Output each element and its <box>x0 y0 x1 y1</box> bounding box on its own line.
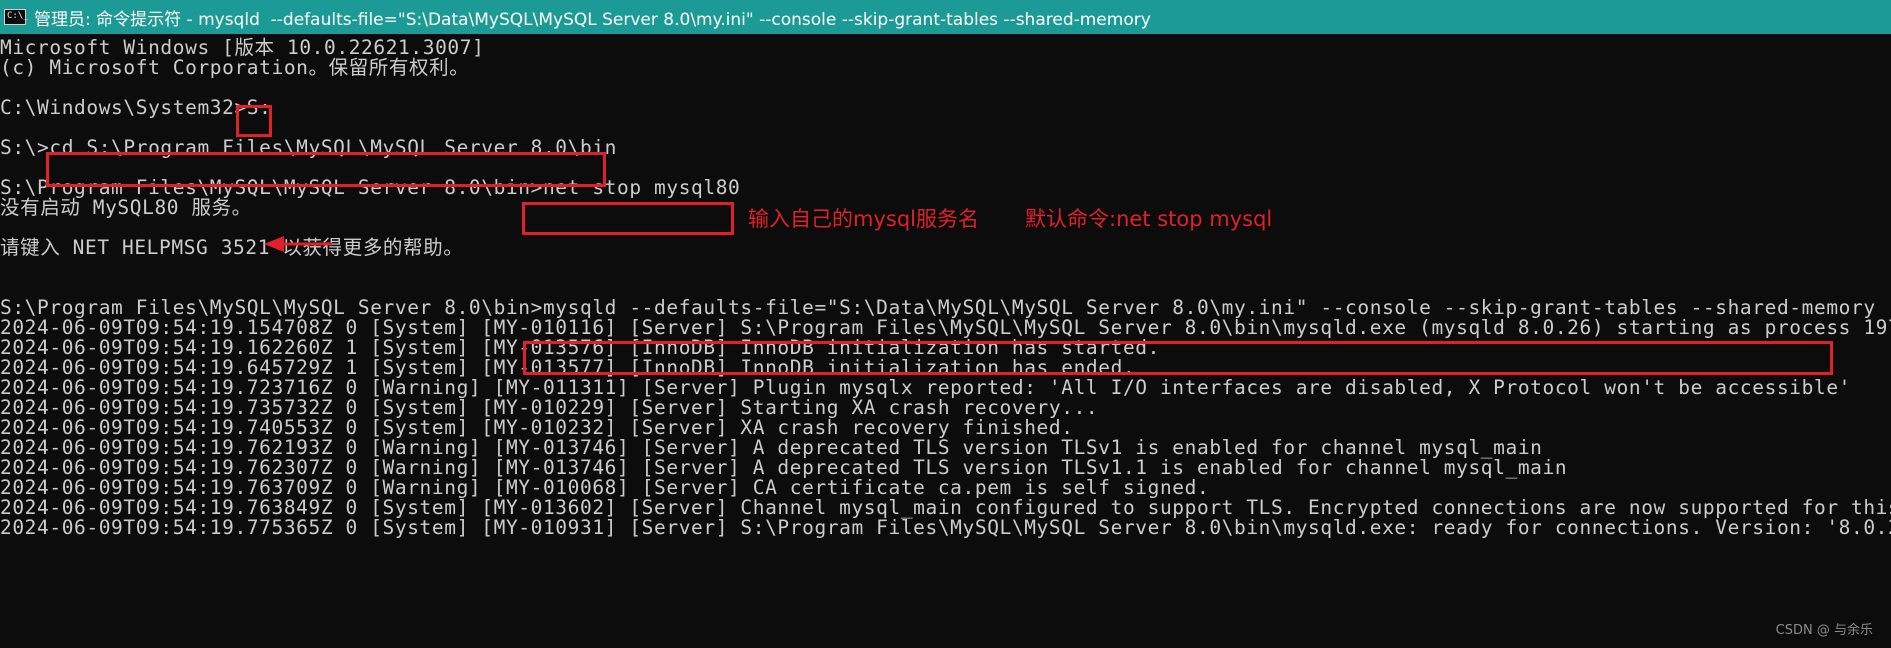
highlight-net-stop-command <box>522 202 734 235</box>
command-prompt-window: C:\_ 管理员: 命令提示符 - mysqld --defaults-file… <box>0 0 1891 648</box>
default-command-note: 默认命令:net stop mysql <box>1025 207 1273 231</box>
console-line: 没有启动 MySQL80 服务。 <box>0 196 252 219</box>
cmd-console-icon: C:\_ <box>4 9 29 25</box>
console-line: 2024-06-09T09:54:19.775365Z 0 [System] [… <box>0 516 1891 539</box>
highlight-mysqld-command <box>523 341 1833 375</box>
title-bar[interactable]: C:\_ 管理员: 命令提示符 - mysqld --defaults-file… <box>0 0 1891 34</box>
highlight-cd-command <box>46 152 606 187</box>
window-title: 管理员: 命令提示符 - mysqld --defaults-file="S:\… <box>34 9 1151 30</box>
service-name-note: 输入自己的mysql服务名 <box>748 207 979 231</box>
watermark: CSDN @ 与余乐 <box>1775 623 1873 638</box>
highlight-drive-command <box>236 105 272 137</box>
console-line: 请键入 NET HELPMSG 3521 以获得更多的帮助。 <box>0 236 464 259</box>
console-line: C:\Windows\System32>S: <box>0 96 272 119</box>
arrow-icon <box>264 236 332 252</box>
console-line: (c) Microsoft Corporation。保留所有权利。 <box>0 56 470 79</box>
